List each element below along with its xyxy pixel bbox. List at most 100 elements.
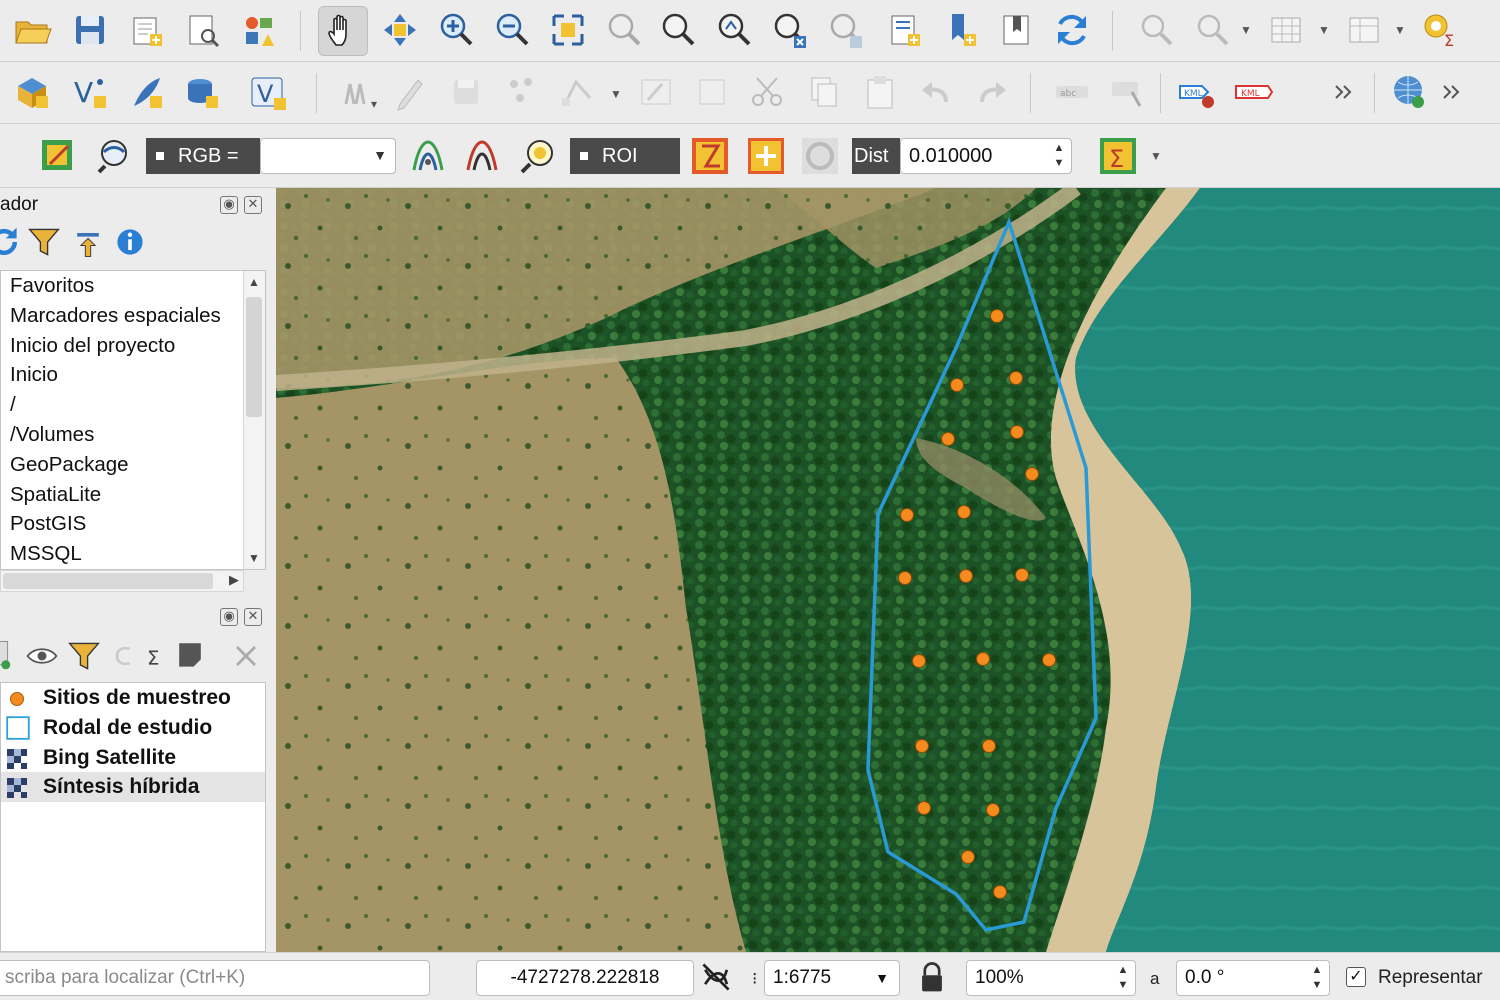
attribute-table-icon[interactable] [1264, 8, 1308, 52]
select-features-icon[interactable] [1190, 8, 1234, 52]
label-pin-icon[interactable] [1106, 70, 1150, 114]
show-bookmarks-icon[interactable] [994, 8, 1038, 52]
new-map-view-icon[interactable] [882, 8, 926, 52]
spin-arrows-icon[interactable]: ▲ ▼ [1311, 963, 1323, 993]
chevron-down-icon[interactable]: ▼ [1318, 23, 1330, 37]
undo-icon[interactable] [914, 70, 958, 114]
scroll-thumb[interactable] [246, 297, 262, 417]
map-svg[interactable] [276, 188, 1500, 952]
sample-point[interactable] [898, 571, 912, 585]
sample-point[interactable] [941, 432, 955, 446]
browser-vertical-scrollbar[interactable]: ▲ ▼ [243, 271, 265, 569]
sample-point[interactable] [917, 801, 931, 815]
layer-sitios-de-muestreo[interactable]: Sitios de muestreo [1, 683, 265, 713]
sample-point[interactable] [1042, 653, 1056, 667]
spin-arrows-icon[interactable]: ▲ ▼ [1053, 141, 1065, 171]
filter-legend-icon[interactable] [66, 638, 102, 674]
band-calc-sigma-icon[interactable]: Σ [1096, 134, 1140, 178]
info-icon[interactable] [112, 224, 148, 260]
chevron-down-icon[interactable]: ▾ [368, 97, 380, 111]
browser-item-spatialite[interactable]: SpatiaLite [1, 480, 265, 510]
paste-features-icon[interactable] [858, 70, 902, 114]
lock-icon[interactable] [914, 959, 950, 995]
local-std-stretch-icon[interactable] [460, 134, 504, 178]
identify-features-icon[interactable] [1134, 8, 1178, 52]
scp-dock-icon[interactable] [36, 134, 80, 178]
zoom-out-icon[interactable] [490, 8, 534, 52]
browser-item-root[interactable]: / [1, 390, 265, 420]
georeferencer-globe-icon[interactable] [1388, 70, 1432, 114]
redo-icon[interactable] [970, 70, 1014, 114]
scroll-thumb[interactable] [3, 573, 213, 589]
collapse-all-icon[interactable] [70, 224, 106, 260]
new-virtual-layer-icon[interactable]: V [246, 70, 290, 114]
eye-icon[interactable] [24, 638, 60, 674]
new-spatialite-layer-icon[interactable] [180, 70, 224, 114]
create-roi-icon[interactable] [688, 134, 732, 178]
sample-point[interactable] [912, 654, 926, 668]
rotation-spinbox[interactable]: 0.0 ° ▲ ▼ [1176, 960, 1330, 996]
field-calculator-icon[interactable] [1342, 8, 1386, 52]
refresh-icon[interactable] [1050, 8, 1094, 52]
zoom-input-image-icon[interactable] [92, 134, 136, 178]
close-icon[interactable]: ✕ [244, 608, 262, 626]
browser-item-inicio[interactable]: Inicio [1, 360, 265, 390]
zoom-in-icon[interactable] [434, 8, 478, 52]
sample-point[interactable] [1009, 371, 1023, 385]
chevron-down-icon[interactable]: ▼ [1150, 149, 1162, 163]
rgb-combo[interactable]: ▼ [260, 138, 396, 174]
scroll-right-icon[interactable]: ▶ [229, 572, 239, 588]
scroll-down-icon[interactable]: ▼ [248, 551, 260, 565]
browser-item-geopackage[interactable]: GeoPackage [1, 450, 265, 480]
sample-point[interactable] [990, 309, 1004, 323]
close-icon[interactable]: ✕ [244, 196, 262, 214]
zoom-to-selection-icon[interactable] [602, 8, 646, 52]
zoom-to-layer-icon[interactable] [656, 8, 700, 52]
layer-bing-satellite[interactable]: Bing Satellite [1, 743, 265, 773]
sigma-icon[interactable]: Σ [138, 638, 174, 674]
kml-tools-icon[interactable]: KML [1232, 70, 1276, 114]
dist-spinbox[interactable]: 0.010000 ▲ ▼ [900, 138, 1072, 174]
sample-point[interactable] [1025, 467, 1039, 481]
sample-point[interactable] [961, 850, 975, 864]
layer-sintesis-hibrida[interactable]: Síntesis híbrida [1, 772, 265, 803]
open-layer-styling-icon[interactable] [0, 636, 22, 672]
remove-layer-icon[interactable] [228, 638, 264, 674]
new-temporary-layer-icon[interactable] [124, 70, 168, 114]
sample-point[interactable] [986, 803, 1000, 817]
modify-attributes-icon[interactable] [634, 70, 678, 114]
more-tools-chevron-icon[interactable] [1320, 70, 1364, 114]
magnifier-spinbox[interactable]: 100% ▲ ▼ [966, 960, 1136, 996]
map-canvas[interactable] [276, 188, 1500, 952]
quickwkt-icon[interactable]: KML [1176, 70, 1220, 114]
browser-item-favoritos[interactable]: Favoritos [1, 271, 265, 301]
sample-point[interactable] [1010, 425, 1024, 439]
sample-point[interactable] [950, 378, 964, 392]
copy-features-icon[interactable] [802, 70, 846, 114]
pan-hand-icon[interactable] [318, 6, 368, 56]
browser-item-inicio-proyecto[interactable]: Inicio del proyecto [1, 331, 265, 361]
float-panel-icon[interactable]: ◉ [220, 608, 238, 626]
open-project-icon[interactable] [10, 8, 54, 52]
toggle-editing-icon[interactable] [388, 70, 432, 114]
zoom-native-icon[interactable] [712, 8, 756, 52]
zoom-last-icon[interactable] [768, 8, 812, 52]
pan-to-selection-icon[interactable] [378, 8, 422, 52]
float-panel-icon[interactable]: ◉ [220, 196, 238, 214]
render-checkbox[interactable]: ✓ [1346, 967, 1366, 987]
add-point-feature-icon[interactable] [500, 70, 544, 114]
sample-point[interactable] [982, 739, 996, 753]
more-tools-chevron-icon[interactable] [1428, 70, 1472, 114]
local-cumulative-stretch-icon[interactable] [406, 134, 450, 178]
scroll-up-icon[interactable]: ▲ [248, 275, 260, 289]
label-tool-icon[interactable]: abc [1050, 70, 1094, 114]
chevron-down-icon[interactable]: ▼ [1394, 23, 1406, 37]
redo-roi-icon[interactable] [798, 134, 842, 178]
sample-point[interactable] [976, 652, 990, 666]
sample-point[interactable] [900, 508, 914, 522]
new-bookmark-icon[interactable] [938, 8, 982, 52]
cut-features-icon[interactable] [746, 70, 790, 114]
sample-point[interactable] [959, 569, 973, 583]
sample-point[interactable] [957, 505, 971, 519]
new-shapefile-layer-icon[interactable]: V [68, 70, 112, 114]
